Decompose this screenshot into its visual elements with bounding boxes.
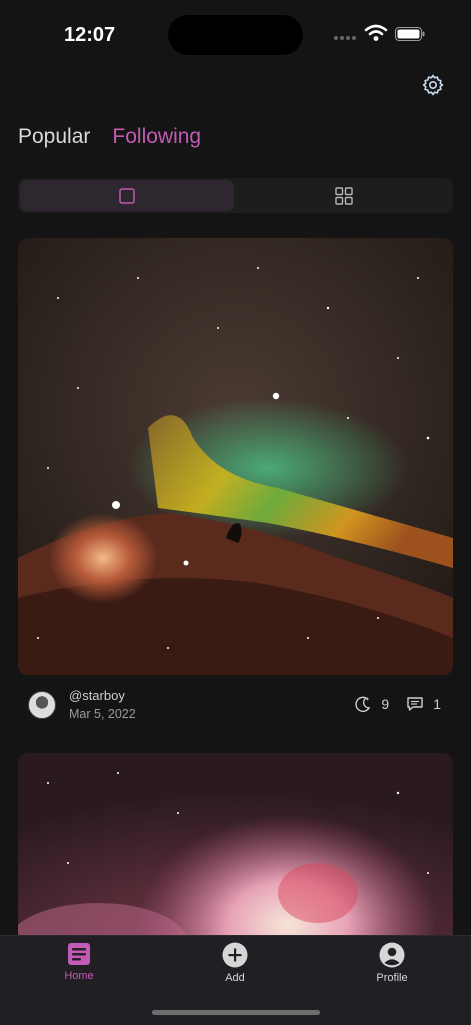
nav-profile[interactable]: Profile	[352, 942, 432, 984]
battery-icon	[395, 27, 425, 41]
nav-home-label: Home	[64, 970, 94, 982]
dynamic-island	[168, 15, 303, 55]
home-indicator	[152, 1010, 320, 1015]
single-view-button[interactable]	[20, 180, 234, 211]
post-stats: 9 1	[354, 695, 441, 713]
post-date: Mar 5, 2022	[69, 707, 136, 721]
nav-add[interactable]: Add	[195, 942, 275, 984]
nav-home[interactable]: Home	[39, 942, 119, 982]
tab-popular[interactable]: Popular	[18, 125, 90, 149]
settings-gear-icon[interactable]	[421, 73, 445, 97]
home-icon	[68, 943, 90, 965]
status-time: 12:07	[64, 24, 116, 46]
grid-view-icon	[335, 186, 353, 205]
nav-add-label: Add	[225, 972, 245, 984]
profile-icon	[379, 942, 405, 968]
post-image[interactable]	[18, 753, 453, 953]
tab-following[interactable]: Following	[112, 125, 201, 149]
feed-tabs: Popular Following	[18, 125, 201, 149]
comment-icon[interactable]	[406, 695, 424, 713]
status-bar: 12:07	[0, 0, 471, 70]
grid-view-button[interactable]	[238, 180, 452, 211]
post-author[interactable]: @starboy	[69, 688, 125, 703]
view-mode-toggle	[18, 178, 453, 213]
likes-count: 9	[381, 696, 390, 712]
post-meta: @starboy Mar 5, 2022 9 1	[18, 682, 453, 728]
cellular-signal-icon	[334, 36, 356, 40]
wifi-icon	[364, 24, 388, 41]
nav-profile-label: Profile	[376, 972, 408, 984]
add-icon	[222, 942, 248, 968]
post-image[interactable]	[18, 238, 453, 675]
moon-stars-icon[interactable]	[354, 695, 372, 713]
avatar[interactable]	[28, 691, 56, 719]
single-view-icon	[119, 187, 135, 204]
comments-count: 1	[433, 696, 441, 712]
